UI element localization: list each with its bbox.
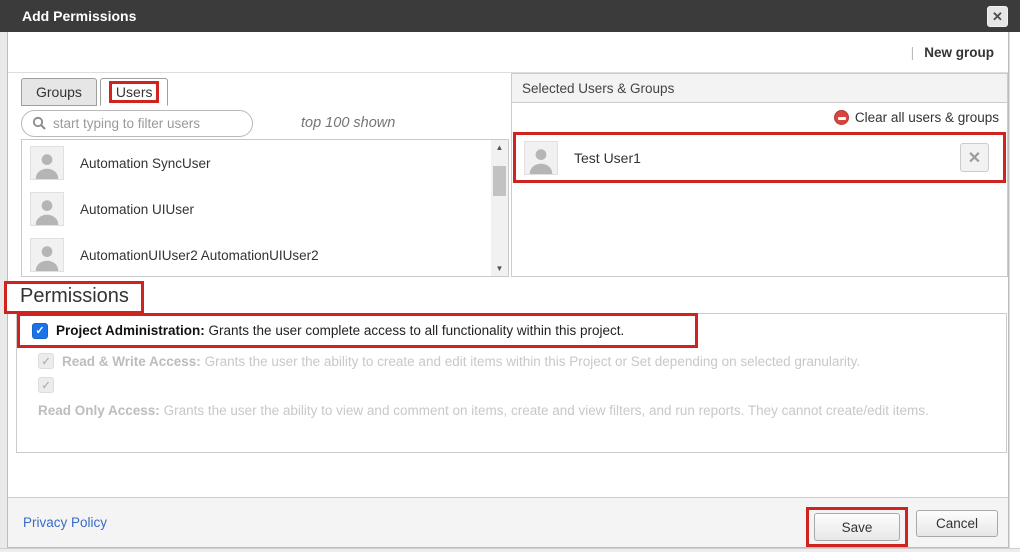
clear-all-button[interactable]: Clear all users & groups [512,103,1007,132]
clear-all-icon [834,110,849,125]
permission-row-read-only-checkbox: ✓ [38,377,54,393]
remove-user-icon: ✕ [968,148,981,168]
privacy-policy-link[interactable]: Privacy Policy [23,515,107,530]
background-page-strip-bottom [0,548,1020,552]
scroll-up-icon[interactable]: ▲ [491,140,508,155]
user-filter-field[interactable] [21,110,253,137]
selected-users-panel: Selected Users & Groups Clear all users … [511,73,1008,277]
cancel-button[interactable]: Cancel [916,510,998,537]
clear-all-label: Clear all users & groups [855,110,999,125]
tab-groups-label: Groups [36,84,82,100]
background-page-strip-right [1009,32,1020,552]
permission-description: Grants the user complete access to all f… [209,323,625,338]
user-name: AutomationUIUser2 AutomationUIUser2 [80,248,319,263]
close-icon: ✕ [992,9,1003,25]
read-write-checkbox: ✓ [38,353,54,369]
selected-user-row-highlight: Test User1 ✕ [513,132,1006,183]
available-users-list: Automation SyncUser Automation UIUser Au… [21,139,509,277]
checkmark-icon: ✓ [41,355,50,368]
user-avatar-icon [30,192,64,226]
checkmark-icon: ✓ [41,379,50,392]
user-name: Automation SyncUser [80,156,211,171]
checkmark-icon: ✓ [35,324,44,337]
add-permissions-dialog: Add Permissions ✕ | New group Groups Use… [0,0,1020,552]
scrollbar-thumb[interactable] [493,166,506,196]
save-button-highlight: Save [806,507,908,547]
permission-row-read-only-text: Read Only Access: Grants the user the ab… [38,400,996,422]
dialog-footer: Privacy Policy Save Cancel [8,497,1008,547]
user-name: Automation UIUser [80,202,194,217]
list-item-user[interactable]: Automation SyncUser [22,140,508,186]
permission-label: Read & Write Access: [62,354,201,369]
scroll-down-icon[interactable]: ▼ [491,261,508,276]
permission-label: Project Administration: [56,323,205,338]
dialog-toolbar: | New group [8,32,1008,73]
dialog-title: Add Permissions [22,8,136,24]
permission-description: Grants the user the ability to view and … [164,403,929,418]
selected-user-name: Test User1 [574,150,641,166]
permission-row-project-administration: ✓ Project Administration: Grants the use… [17,313,698,348]
selected-users-header: Selected Users & Groups [511,73,1008,103]
toolbar-separator: | [911,44,915,60]
permissions-heading: Permissions [20,285,129,307]
permission-row-read-write: ✓ Read & Write Access: Grants the user t… [38,353,998,369]
save-button[interactable]: Save [814,513,900,541]
user-avatar-icon [30,238,64,272]
dialog-body: | New group Groups Users top 100 shown [7,32,1009,548]
dialog-titlebar: Add Permissions ✕ [0,0,1020,32]
user-filter-input[interactable] [53,116,233,131]
new-group-button[interactable]: New group [924,45,994,60]
results-count-note: top 100 shown [301,115,395,131]
tab-groups[interactable]: Groups [21,78,97,106]
search-icon [32,116,46,130]
selected-users-body: Clear all users & groups Test User1 ✕ [511,103,1008,277]
remove-user-button[interactable]: ✕ [960,143,989,172]
project-administration-checkbox[interactable]: ✓ [32,323,48,339]
tab-users[interactable]: Users [100,78,169,106]
permission-text: Read & Write Access: Grants the user the… [62,354,860,369]
permission-text: Project Administration: Grants the user … [56,323,624,338]
user-avatar-icon [524,141,558,175]
list-item-user[interactable]: AutomationUIUser2 AutomationUIUser2 [22,232,508,277]
close-button[interactable]: ✕ [987,6,1008,27]
groups-users-tabs: Groups Users [21,78,168,106]
selected-users-title: Selected Users & Groups [522,81,674,96]
read-only-checkbox: ✓ [38,377,54,393]
permission-label: Read Only Access: [38,403,160,418]
permissions-heading-highlight: Permissions [4,281,144,314]
user-list-scrollbar[interactable]: ▲ ▼ [491,140,508,276]
user-avatar-icon [30,146,64,180]
user-filter-row: top 100 shown [21,108,509,138]
list-item-user[interactable]: Automation UIUser [22,186,508,232]
tab-users-label-highlight: Users [109,81,160,103]
permission-description: Grants the user the ability to create an… [205,354,861,369]
